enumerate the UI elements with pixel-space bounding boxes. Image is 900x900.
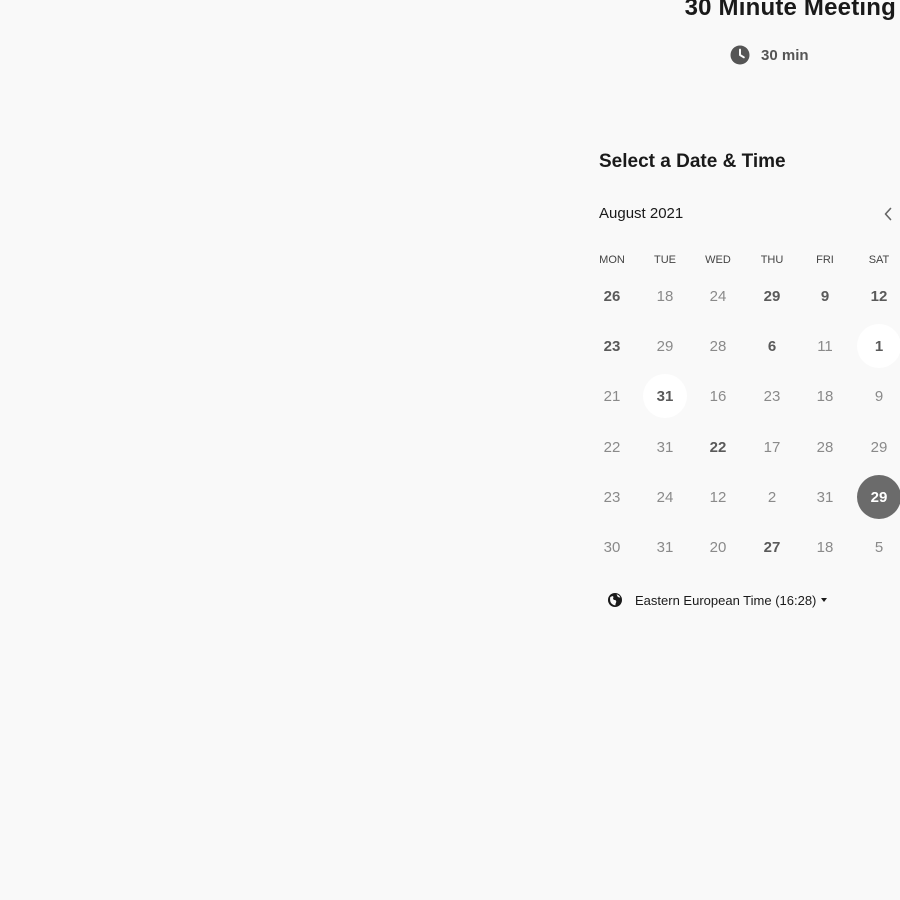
calendar-day-available[interactable]: 6	[750, 324, 794, 368]
weekday-label: WED	[705, 254, 731, 266]
booking-page: 30 Minute Meeting 30 min Select a Date &…	[0, 0, 900, 900]
calendar-day: 12	[709, 488, 727, 506]
calendar-day: 31	[656, 538, 674, 556]
calendar-day-available[interactable]: 29	[750, 274, 794, 318]
calendar-day: 5	[874, 538, 884, 556]
calendar-day: 30	[603, 538, 621, 556]
timezone-label: Eastern European Time (16:28)	[635, 592, 817, 608]
calendar-day: 24	[709, 287, 727, 305]
calendar-day: 18	[816, 538, 834, 556]
calendar-day: 22	[603, 438, 621, 456]
calendar-day-available[interactable]: 12	[857, 274, 900, 318]
clock-icon	[730, 45, 750, 65]
weekday-label: FRI	[816, 254, 834, 266]
meeting-duration: 30 min	[730, 44, 809, 66]
previous-month-button[interactable]	[878, 203, 898, 225]
calendar-day: 28	[709, 337, 727, 355]
weekday-label: TUE	[654, 254, 676, 266]
calendar-day-available[interactable]: 31	[643, 374, 687, 418]
select-date-time-heading: Select a Date & Time	[599, 151, 786, 172]
weekday-label: THU	[760, 254, 784, 266]
meeting-title: 30 Minute Meeting	[684, 0, 896, 21]
calendar-day: 18	[816, 387, 834, 405]
calendar-day: 9	[874, 387, 884, 405]
calendar-day: 11	[817, 337, 833, 355]
calendar-day-selected[interactable]: 29	[857, 475, 900, 519]
calendar-day-available[interactable]: 1	[857, 324, 900, 368]
calendar-day: 20	[709, 538, 727, 556]
calendar-day: 18	[656, 287, 674, 305]
calendar-day: 29	[656, 337, 674, 355]
calendar-day-available[interactable]: 23	[590, 324, 634, 368]
calendar-day: 24	[656, 488, 674, 506]
globe-icon	[608, 593, 622, 607]
calendar-day: 2	[767, 488, 777, 506]
duration-label: 30 min	[761, 46, 809, 64]
calendar-day: 23	[603, 488, 621, 506]
calendar-day-available[interactable]: 22	[696, 425, 740, 469]
calendar-day: 29	[870, 438, 888, 456]
weekday-label: SAT	[868, 254, 890, 266]
calendar-day: 31	[656, 438, 674, 456]
caret-down-icon	[821, 598, 828, 602]
calendar-month-label: August 2021	[599, 205, 684, 222]
chevron-left-icon	[884, 207, 892, 221]
weekday-label: MON	[599, 254, 625, 266]
calendar-day-available[interactable]: 26	[590, 274, 634, 318]
calendar-day: 16	[709, 387, 727, 405]
calendar-day: 23	[763, 387, 781, 405]
timezone-selector[interactable]: Eastern European Time (16:28)	[607, 590, 828, 610]
calendar-day-available[interactable]: 9	[803, 274, 847, 318]
calendar-day: 28	[816, 438, 834, 456]
calendar-day: 21	[603, 387, 621, 405]
calendar-day: 17	[763, 438, 781, 456]
calendar-day: 31	[816, 488, 834, 506]
calendar-day-available[interactable]: 27	[750, 525, 794, 569]
